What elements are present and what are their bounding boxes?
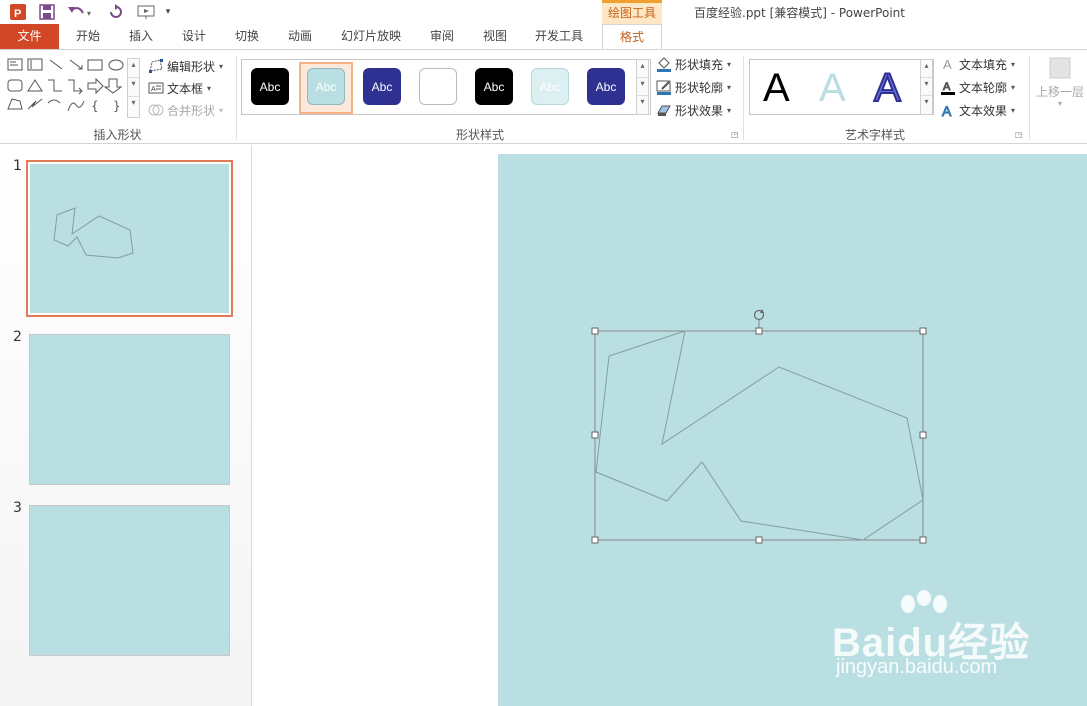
merge-shapes-label: 合并形状 [167, 103, 216, 118]
svg-text:}: } [113, 99, 121, 113]
watermark-url: jingyan.baidu.com [836, 656, 998, 678]
wordart-scroll[interactable]: ▴ ▾ ▾ [920, 59, 933, 115]
text-outline-label: 文本轮廓 [959, 80, 1008, 95]
ribbon: { } ▴ ▾ ▾ 编辑形状 ▾ A 文本框 ▾ 合并形状 ▾ 插入形状 Abc Abc … [0, 49, 1087, 144]
shape-style-1[interactable]: Abc [251, 68, 289, 105]
svg-text:{: { [91, 99, 99, 113]
shapes-gallery-scroll[interactable]: ▴ ▾ ▾ [127, 58, 140, 118]
undo-icon[interactable]: ▾ [66, 2, 96, 22]
shape-outline-label: 形状轮廓 [675, 80, 724, 95]
group-label-insert-shapes: 插入形状 [93, 128, 142, 142]
save-icon[interactable] [37, 2, 57, 22]
svg-text:▾: ▾ [87, 9, 91, 18]
wordart-style-2[interactable]: A [819, 66, 846, 110]
tab-design[interactable]: 设计 [172, 24, 216, 49]
wordart-styles-gallery[interactable]: A A A [749, 59, 934, 115]
text-outline-icon: A [940, 79, 956, 95]
svg-text:P: P [14, 8, 21, 20]
baidu-jingyan-watermark: Baidu经验 jingyan.baidu.com [832, 590, 1032, 680]
tab-transitions[interactable]: 切换 [226, 24, 268, 49]
tab-format[interactable]: 格式 [602, 24, 662, 50]
edit-shape-icon [148, 58, 164, 74]
drawing-tools-context-label: 绘图工具 [602, 0, 662, 24]
slide-thumbnail-1[interactable] [26, 160, 233, 317]
wordart-style-3[interactable]: A [873, 65, 902, 111]
shape-effects-icon [656, 102, 672, 118]
group-label-wordart-styles: 艺术字样式 [844, 128, 905, 142]
shape-style-3[interactable]: Abc [363, 68, 401, 105]
bring-forward-icon [1049, 57, 1071, 79]
shape-style-5[interactable]: Abc [475, 68, 513, 105]
shape-fill-label: 形状填充 [675, 57, 724, 72]
shape-style-4[interactable]: Abc [419, 68, 457, 105]
shape-style-7[interactable]: Abc [587, 68, 625, 105]
shape-style-6[interactable]: Abc [531, 68, 569, 105]
bring-forward-button[interactable]: 上移一层 ▾ [1033, 56, 1087, 126]
paint-bucket-icon [656, 56, 672, 72]
chevron-down-icon: ▾ [1057, 99, 1062, 108]
slide-thumbnail-pane: 1 2 3 [0, 145, 252, 706]
slide-thumbnail-2[interactable] [29, 334, 230, 485]
thumb-number: 2 [13, 329, 22, 345]
merge-shapes-button[interactable]: 合并形状 ▾ [148, 100, 223, 120]
tab-file[interactable]: 文件 [0, 24, 59, 49]
tab-view[interactable]: 视图 [474, 24, 516, 49]
svg-text:A: A [151, 85, 156, 93]
merge-shapes-icon [148, 102, 164, 118]
ribbon-tabs: 文件 开始 插入 设计 切换 动画 幻灯片放映 审阅 视图 开发工具 格式 [0, 24, 1087, 50]
powerpoint-logo-icon: P [8, 2, 28, 22]
text-outline-button[interactable]: A 文本轮廓 ▾ [940, 77, 1015, 97]
pen-icon [656, 79, 672, 95]
thumb-number: 1 [13, 158, 22, 174]
text-box-icon: A [148, 80, 164, 96]
shapes-gallery-icons: { } [7, 58, 124, 113]
shape-style-2[interactable]: Abc [307, 68, 345, 105]
svg-text:A: A [943, 81, 951, 93]
text-box-button[interactable]: A 文本框 ▾ [148, 78, 211, 98]
tab-slideshow[interactable]: 幻灯片放映 [332, 24, 410, 49]
thumbnail-freeform-shape [53, 207, 134, 259]
group-divider [743, 56, 744, 140]
shape-effects-button[interactable]: 形状效果 ▾ [656, 100, 731, 120]
group-label-shape-styles: 形状样式 [455, 128, 504, 142]
start-slideshow-icon[interactable] [136, 2, 158, 22]
text-effects-button[interactable]: A 文本效果 ▾ [940, 100, 1016, 120]
shape-styles-scroll[interactable]: ▴ ▾ ▾ [636, 59, 649, 115]
text-box-label: 文本框 [167, 81, 204, 96]
text-fill-icon: A [940, 56, 956, 72]
text-fill-button[interactable]: A 文本填充 ▾ [940, 54, 1015, 74]
shapes-gallery[interactable]: { } [6, 57, 126, 117]
shape-fill-button[interactable]: 形状填充 ▾ [656, 54, 731, 74]
tab-animations[interactable]: 动画 [278, 24, 322, 49]
tab-review[interactable]: 审阅 [420, 24, 464, 49]
thumb-number: 3 [13, 500, 22, 516]
text-effects-label: 文本效果 [959, 103, 1008, 118]
text-effects-icon: A [940, 102, 956, 120]
shape-styles-dialog-launcher-icon[interactable]: ◳ [731, 130, 739, 139]
group-divider [236, 56, 237, 140]
text-fill-label: 文本填充 [959, 57, 1008, 72]
bring-forward-label: 上移一层 [1035, 85, 1084, 99]
tab-insert[interactable]: 插入 [120, 24, 162, 49]
wordart-style-1[interactable]: A [763, 66, 790, 110]
edit-shape-button[interactable]: 编辑形状 ▾ [148, 56, 223, 76]
shape-outline-button[interactable]: 形状轮廓 ▾ [656, 77, 731, 97]
group-divider [1029, 56, 1030, 140]
redo-icon[interactable] [106, 2, 126, 22]
window-title: 百度经验.ppt [兼容模式] - PowerPoint [694, 6, 905, 20]
customize-toolbar-icon[interactable]: ▾ [162, 2, 174, 22]
wordart-dialog-launcher-icon[interactable]: ◳ [1015, 130, 1023, 139]
shape-styles-gallery[interactable]: Abc Abc Abc Abc Abc Abc Abc [241, 59, 651, 115]
svg-text:A: A [943, 57, 952, 72]
svg-text:A: A [942, 103, 952, 118]
edit-shape-label: 编辑形状 [167, 59, 216, 74]
shape-effects-label: 形状效果 [675, 103, 724, 118]
rotate-handle-icon [753, 309, 765, 321]
tab-home[interactable]: 开始 [66, 24, 110, 49]
tab-developer[interactable]: 开发工具 [526, 24, 592, 49]
slide-thumbnail-3[interactable] [29, 505, 230, 656]
title-bar: P ▾ ▾ 绘图工具 百度经验.ppt [兼容模式] - PowerPoint [0, 0, 1087, 24]
